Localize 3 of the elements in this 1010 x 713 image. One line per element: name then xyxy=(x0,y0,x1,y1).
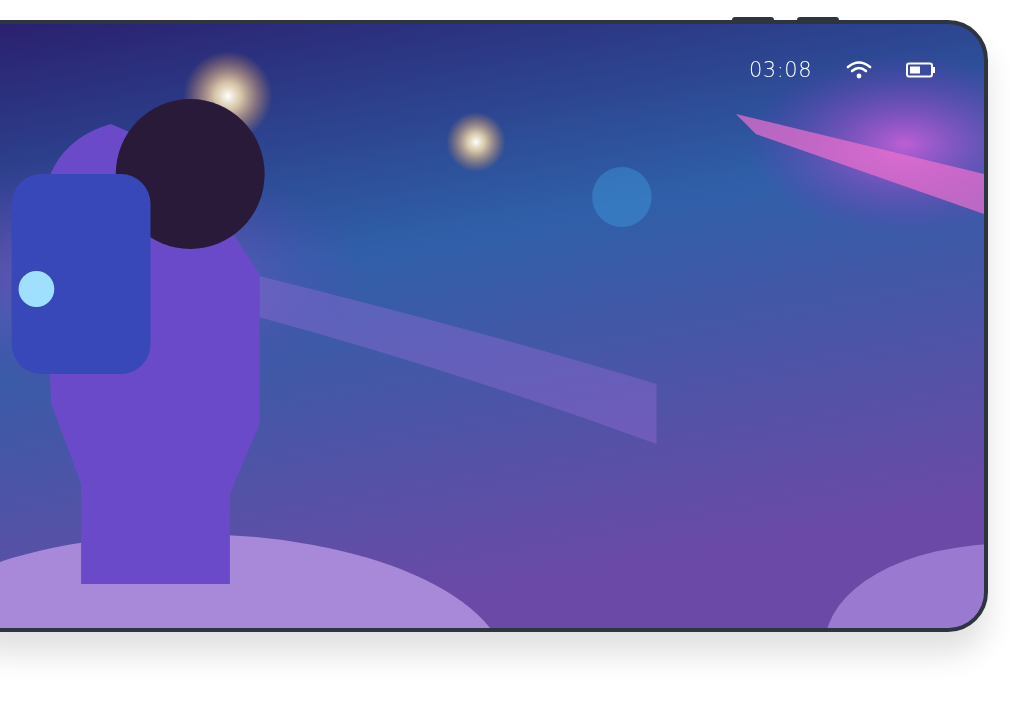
clock-time: 03:08 xyxy=(748,58,812,82)
wifi-icon xyxy=(846,60,872,80)
battery-icon xyxy=(906,62,936,78)
